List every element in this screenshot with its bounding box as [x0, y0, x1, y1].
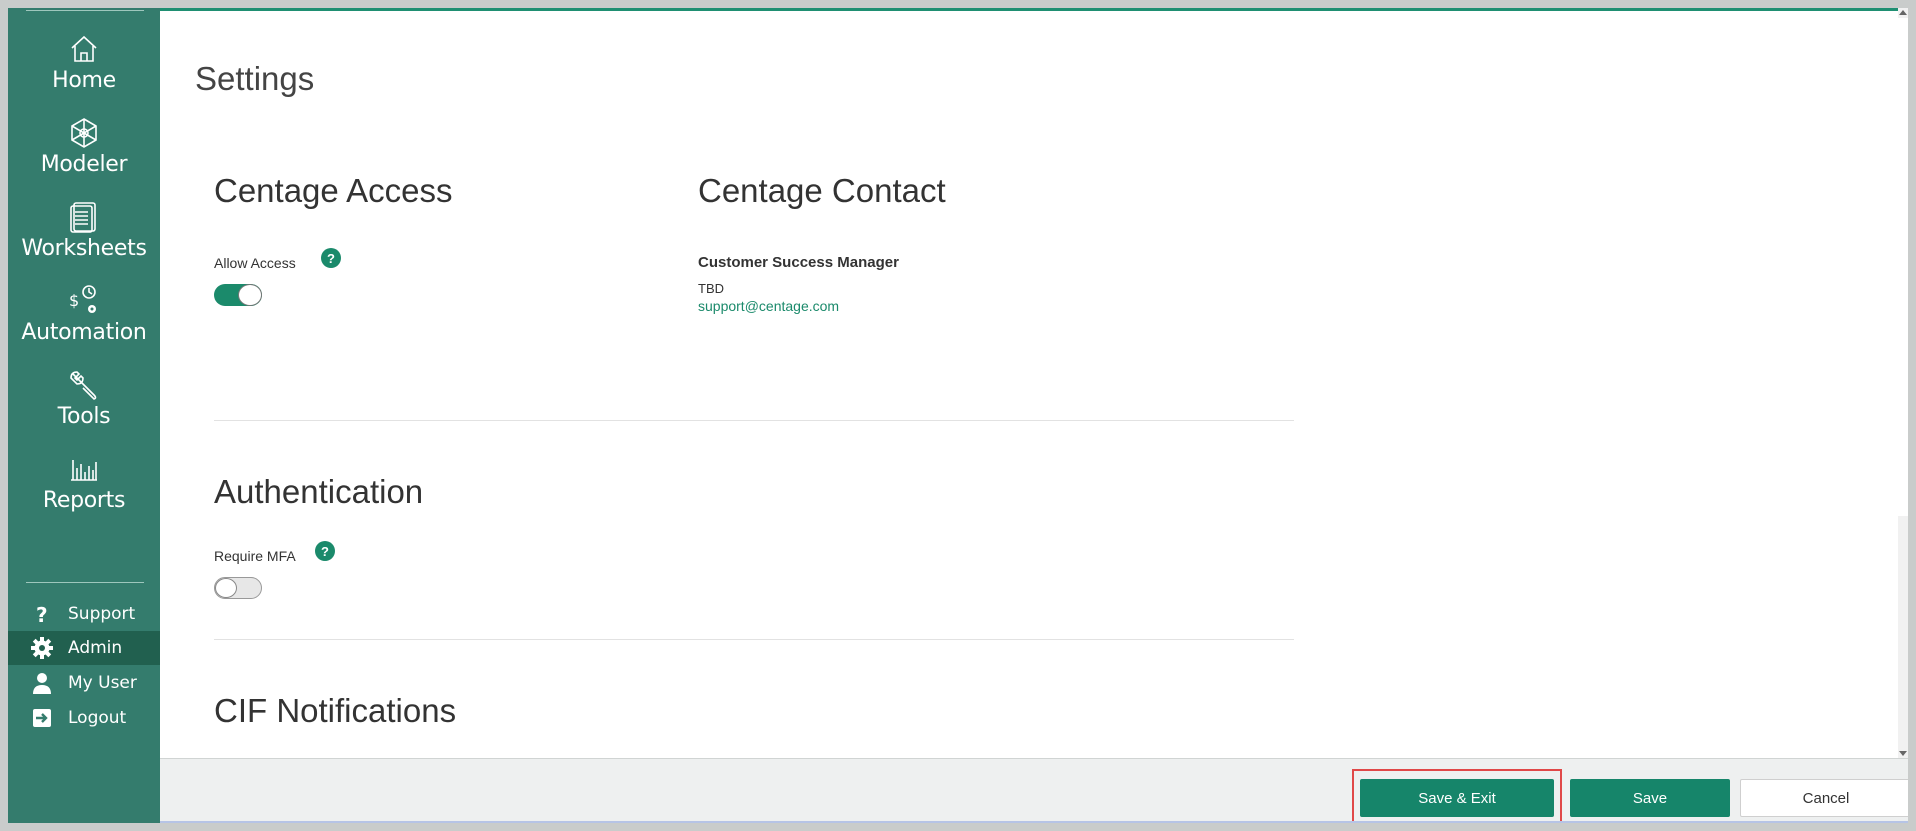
- sidebar: Home Modeler Worksheets $ Automation Too…: [8, 8, 160, 823]
- app-window: Home Modeler Worksheets $ Automation Too…: [8, 8, 1908, 823]
- question-icon: ?: [30, 602, 54, 627]
- automation-icon: $: [67, 284, 101, 318]
- scroll-down-arrow[interactable]: [1899, 751, 1907, 756]
- nav-item-tools[interactable]: Tools: [8, 348, 160, 432]
- sidebar-item-logout[interactable]: Logout: [8, 701, 160, 735]
- save-and-exit-button[interactable]: Save & Exit: [1360, 779, 1554, 817]
- section-title-authentication: Authentication: [214, 473, 424, 510]
- nav-label-worksheets: Worksheets: [21, 236, 147, 261]
- toggle-knob: [238, 284, 262, 306]
- help-icon[interactable]: ?: [321, 248, 341, 268]
- contact-role: Customer Success Manager: [698, 254, 899, 271]
- allow-access-toggle[interactable]: [214, 284, 262, 306]
- sidebar-label-my-user: My User: [68, 673, 137, 693]
- modeler-icon: [67, 116, 101, 150]
- svg-text:$: $: [69, 291, 79, 310]
- gear-icon: [30, 636, 54, 660]
- section-title-access: Centage Access: [214, 172, 453, 209]
- section-title-cif: CIF Notifications: [214, 692, 457, 729]
- require-mfa-label: Require MFA: [214, 548, 296, 564]
- page-title: Settings: [195, 60, 315, 97]
- sidebar-label-support: Support: [68, 604, 136, 624]
- footer-bar: Save & Exit Save Cancel: [160, 758, 1908, 823]
- worksheets-icon: [67, 200, 101, 234]
- reports-icon: [67, 452, 101, 486]
- tools-icon: [67, 368, 101, 402]
- sidebar-label-logout: Logout: [68, 708, 127, 728]
- nav-item-worksheets[interactable]: Worksheets: [8, 180, 160, 264]
- nav-label-automation: Automation: [21, 320, 147, 345]
- svg-text:?: ?: [36, 603, 48, 626]
- user-icon: [30, 671, 54, 695]
- scroll-thumb[interactable]: [1898, 18, 1908, 516]
- save-button[interactable]: Save: [1570, 779, 1730, 817]
- nav-item-reports[interactable]: Reports: [8, 432, 160, 516]
- nav-label-home: Home: [52, 68, 116, 93]
- sidebar-top-divider: [26, 10, 144, 11]
- logout-icon: [30, 706, 54, 730]
- contact-name: TBD: [698, 281, 724, 296]
- scroll-up-arrow[interactable]: [1899, 10, 1907, 15]
- top-accent-line: [160, 8, 1908, 11]
- nav-label-modeler: Modeler: [40, 152, 128, 177]
- nav-label-reports: Reports: [42, 488, 126, 513]
- section-divider: [214, 639, 1294, 640]
- sidebar-mid-divider: [26, 582, 144, 583]
- contact-email-link[interactable]: support@centage.com: [698, 298, 839, 314]
- require-mfa-toggle[interactable]: [214, 577, 262, 599]
- vertical-scrollbar[interactable]: [1898, 8, 1908, 758]
- section-divider: [214, 420, 1294, 421]
- allow-access-label: Allow Access: [214, 255, 296, 271]
- sidebar-item-support[interactable]: ? Support: [8, 597, 160, 631]
- section-title-contact: Centage Contact: [698, 172, 946, 209]
- main-content: Settings Centage Access Allow Access ? C…: [160, 8, 1908, 758]
- nav-item-automation[interactable]: $ Automation: [8, 264, 160, 348]
- nav-label-tools: Tools: [57, 404, 111, 429]
- help-icon[interactable]: ?: [315, 541, 335, 561]
- cancel-button[interactable]: Cancel: [1740, 779, 1908, 817]
- nav-item-modeler[interactable]: Modeler: [8, 96, 160, 180]
- home-icon: [67, 32, 101, 66]
- sidebar-label-admin: Admin: [68, 638, 123, 658]
- sidebar-item-my-user[interactable]: My User: [8, 666, 160, 700]
- footer-bottom-line: [160, 821, 1908, 823]
- nav-item-home[interactable]: Home: [8, 12, 160, 96]
- toggle-knob: [215, 578, 237, 598]
- sidebar-item-admin[interactable]: Admin: [8, 631, 160, 665]
